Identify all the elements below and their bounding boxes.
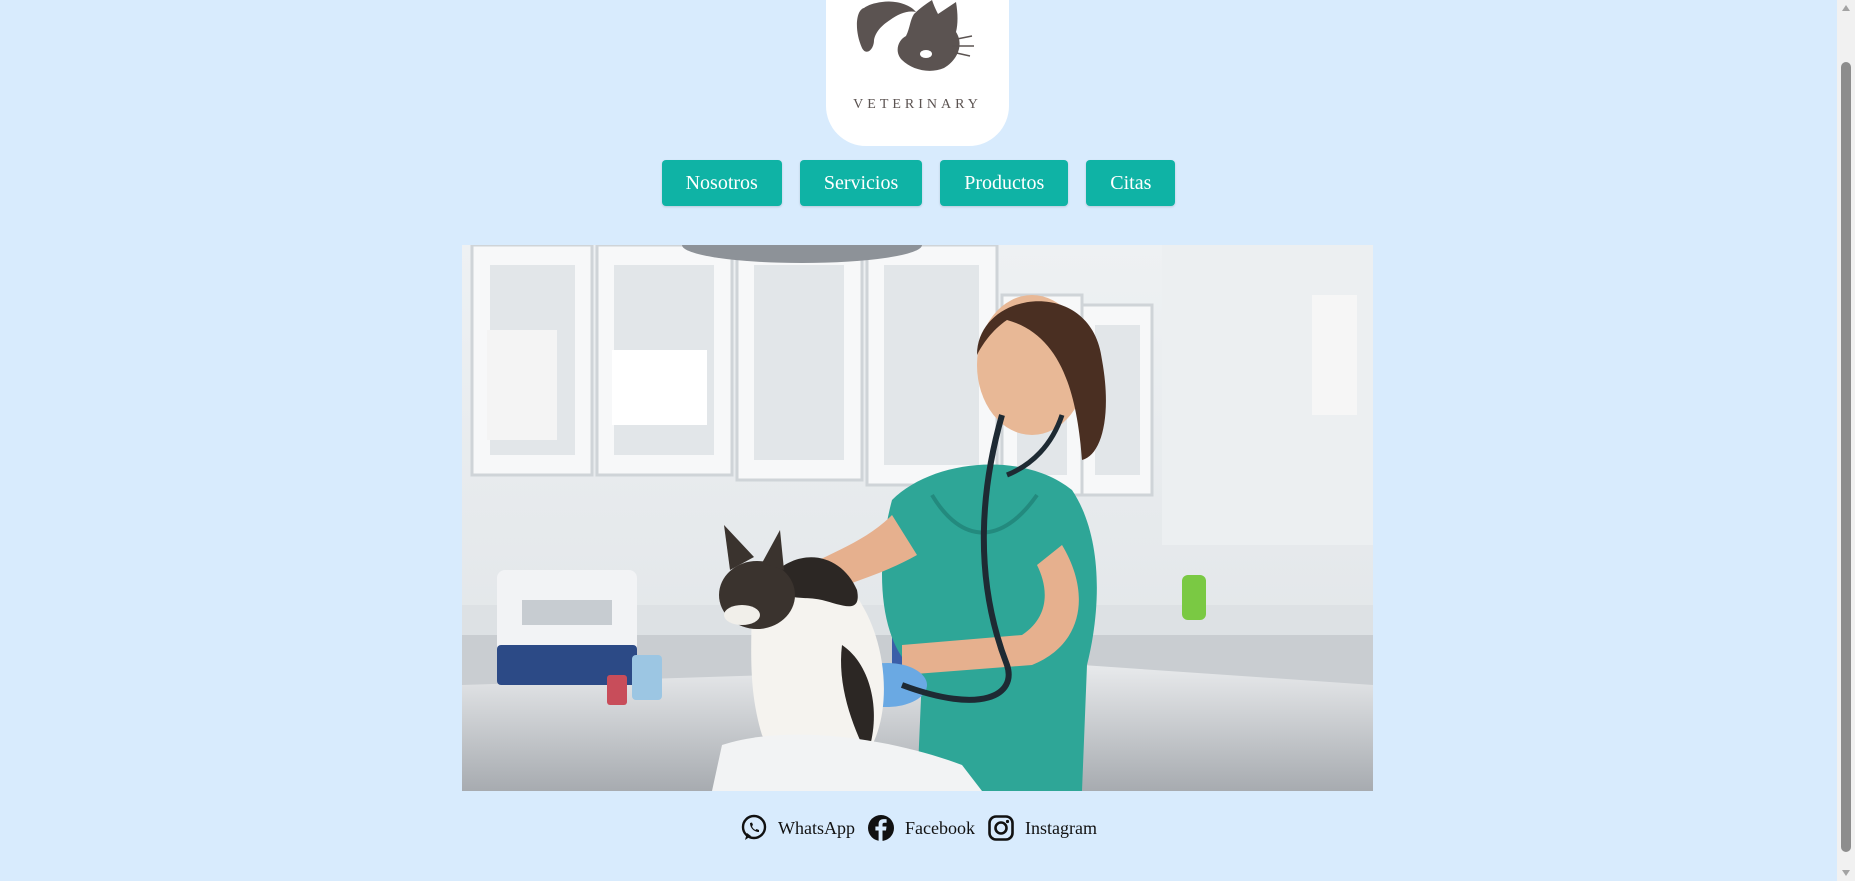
main-nav: Nosotros Servicios Productos Citas [0, 160, 1837, 206]
logo[interactable]: VETERINARY [826, 0, 1009, 146]
scrollbar-thumb[interactable] [1841, 62, 1851, 852]
logo-text: VETERINARY [853, 97, 982, 112]
instagram-icon [988, 815, 1014, 841]
facebook-icon [868, 815, 894, 841]
nav-nosotros-button[interactable]: Nosotros [661, 160, 782, 206]
nav-citas-button[interactable]: Citas [1086, 160, 1176, 206]
whatsapp-link[interactable]: WhatsApp [740, 814, 855, 842]
hero-image [462, 245, 1373, 791]
facebook-link[interactable]: Facebook [867, 814, 975, 842]
nav-productos-button[interactable]: Productos [940, 160, 1069, 206]
scroll-down-icon[interactable] [1842, 870, 1850, 876]
nav-servicios-button[interactable]: Servicios [799, 160, 923, 206]
scroll-up-icon[interactable] [1842, 5, 1850, 11]
page: VETERINARY Nosotros Servicios Productos … [0, 0, 1837, 881]
social-links: WhatsApp Facebook Instagram [0, 814, 1837, 842]
whatsapp-label: WhatsApp [778, 817, 855, 838]
vertical-scrollbar[interactable] [1837, 0, 1855, 881]
instagram-label: Instagram [1024, 817, 1097, 838]
instagram-link[interactable]: Instagram [987, 814, 1097, 842]
whatsapp-icon [741, 814, 767, 840]
veterinarian-examining-cat-photo [462, 245, 1373, 791]
dog-cat-logo-icon [856, 0, 974, 71]
facebook-label: Facebook [905, 817, 975, 838]
